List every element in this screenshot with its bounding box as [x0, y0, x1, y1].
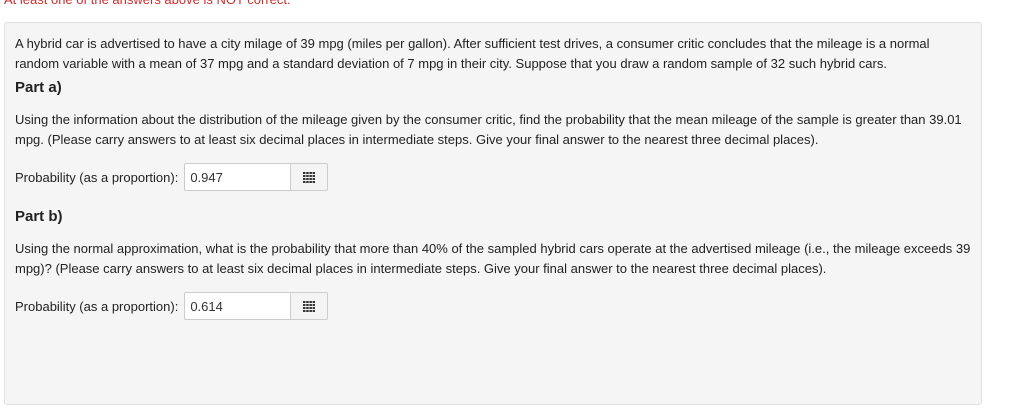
problem-panel: A hybrid car is advertised to have a cit…: [4, 22, 982, 405]
part-a-answer-label: Probability (as a proportion):: [15, 169, 179, 185]
problem-intro: A hybrid car is advertised to have a cit…: [15, 36, 930, 71]
part-b-answer-group: [184, 292, 329, 320]
part-b-question: Using the normal approximation, what is …: [15, 241, 971, 276]
part-b-answer-row: Probability (as a proportion):: [15, 292, 971, 320]
part-a-section: Part a) Using the information about the …: [15, 78, 971, 191]
part-b-heading: Part b): [15, 208, 63, 225]
part-b-answer-input[interactable]: [184, 292, 291, 320]
part-b-answer-label: Probability (as a proportion):: [15, 298, 179, 314]
part-a-answer-group: [184, 163, 329, 191]
part-a-answer-input[interactable]: [184, 163, 291, 191]
part-a-heading: Part a): [15, 79, 62, 96]
answer-warning: At least one of the answers above is NOT…: [4, 0, 291, 8]
part-a-answer-row: Probability (as a proportion):: [15, 163, 971, 191]
grid-icon: [303, 300, 316, 312]
grid-icon: [303, 171, 316, 183]
part-b-grid-button[interactable]: [290, 292, 329, 320]
part-b-section: Part b) Using the normal approximation, …: [15, 207, 971, 320]
part-a-question: Using the information about the distribu…: [15, 112, 962, 147]
part-a-grid-button[interactable]: [290, 163, 329, 191]
